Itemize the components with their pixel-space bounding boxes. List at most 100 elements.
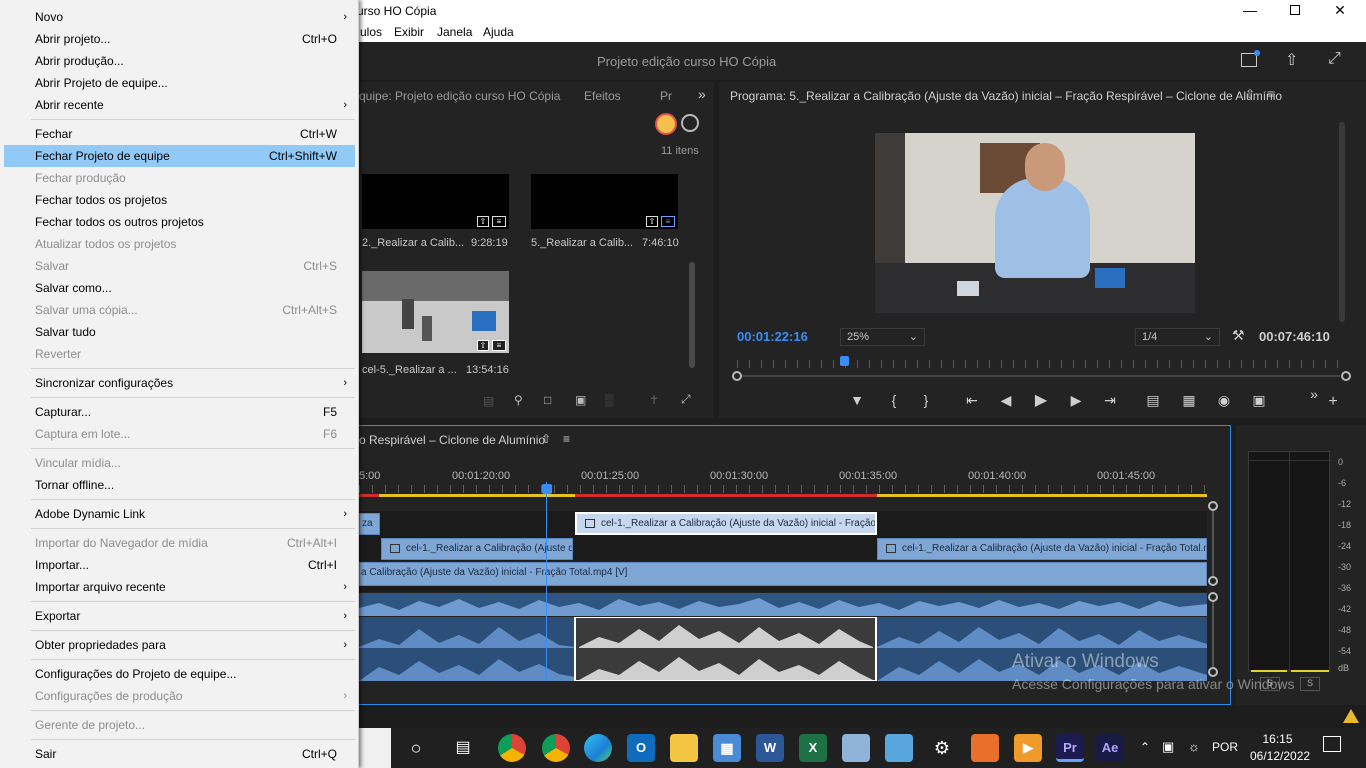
- trash-icon[interactable]: ▒: [605, 393, 614, 407]
- file-menu-item[interactable]: Novo ›: [4, 6, 355, 28]
- panel-menu-icon[interactable]: ≡: [1267, 87, 1274, 101]
- tab-more[interactable]: Pr: [660, 89, 672, 103]
- step-forward-icon[interactable]: ▶: [1066, 392, 1086, 409]
- project-item-thumbnail[interactable]: ⇧ ≡: [531, 174, 678, 229]
- wrench-icon[interactable]: ⚒: [1232, 327, 1245, 344]
- monitor-time-ruler[interactable]: [737, 360, 1346, 372]
- menu-janela[interactable]: Janela: [437, 25, 472, 39]
- a-scroll-handle-top[interactable]: [1208, 592, 1218, 602]
- wifi-icon[interactable]: ☼: [1188, 739, 1200, 754]
- file-menu-item[interactable]: Sincronizar configurações ›: [4, 372, 355, 394]
- audio-track-1[interactable]: [359, 593, 1207, 616]
- step-back-icon[interactable]: ◀: [996, 392, 1016, 409]
- expand-icon[interactable]: ⤢: [681, 392, 691, 407]
- task-view-icon[interactable]: ▤: [449, 734, 477, 762]
- excel-icon[interactable]: X: [799, 734, 827, 762]
- file-menu-item[interactable]: Capturar... F5: [4, 401, 355, 423]
- a-scrollbar[interactable]: [1212, 602, 1214, 667]
- calculator-icon[interactable]: ▦: [713, 734, 741, 762]
- office-icon[interactable]: [971, 734, 999, 762]
- outlook-icon[interactable]: O: [627, 734, 655, 762]
- file-menu-item[interactable]: Fechar Ctrl+W: [4, 123, 355, 145]
- sequence-title[interactable]: o Respirável – Ciclone de Alumínio: [359, 433, 545, 447]
- program-video-frame[interactable]: [875, 133, 1195, 313]
- file-menu-item[interactable]: Abrir recente ›: [4, 94, 355, 116]
- add-collaborator-icon[interactable]: [681, 114, 699, 132]
- monitor-playhead[interactable]: [840, 356, 850, 366]
- resolution-dropdown[interactable]: 1/4 ⌄: [1135, 328, 1220, 346]
- quick-export-icon[interactable]: [1241, 50, 1260, 67]
- timeline-playhead[interactable]: [546, 482, 547, 681]
- share-icon[interactable]: ⇧: [1285, 50, 1298, 70]
- timeline-clip[interactable]: za: [359, 513, 380, 535]
- menu-exibir[interactable]: Exibir: [394, 25, 424, 39]
- new-item-icon[interactable]: ▣: [575, 393, 586, 407]
- camera-icon[interactable]: ◉: [1214, 392, 1234, 409]
- file-menu-item[interactable]: Exportar ›: [4, 605, 355, 627]
- maximize-button[interactable]: [1273, 2, 1317, 20]
- file-explorer-icon[interactable]: [670, 734, 698, 762]
- timeline-ruler-ticks[interactable]: [359, 485, 1207, 493]
- mark-in-icon[interactable]: {: [884, 392, 904, 408]
- timeline-clip-v1[interactable]: a Calibração (Ajuste da Vazão) inicial -…: [359, 562, 1207, 586]
- project-scrollbar[interactable]: [689, 262, 695, 368]
- tray-chevron-icon[interactable]: ⌃: [1140, 740, 1150, 754]
- scrub-start-handle[interactable]: [732, 371, 742, 381]
- file-menu-item[interactable]: Adobe Dynamic Link ›: [4, 503, 355, 525]
- tab-effects[interactable]: Efeitos: [584, 89, 621, 103]
- cortana-icon[interactable]: ○: [402, 734, 430, 762]
- file-menu-item[interactable]: Obter propriedades para ›: [4, 634, 355, 656]
- warning-icon[interactable]: [1343, 709, 1359, 723]
- search-icon[interactable]: ⚲: [514, 393, 523, 407]
- settings-icon[interactable]: ✝: [649, 393, 659, 407]
- network-icon[interactable]: ▣: [1162, 739, 1174, 755]
- project-item-thumbnail[interactable]: ⇧ ≡: [362, 174, 509, 229]
- solo-right-button[interactable]: S: [1300, 677, 1320, 691]
- upload-icon[interactable]: ⇧: [1245, 87, 1255, 101]
- scrub-end-handle[interactable]: [1341, 371, 1351, 381]
- comparison-view-icon[interactable]: ▣: [1249, 392, 1269, 409]
- minimize-button[interactable]: —: [1228, 2, 1272, 20]
- file-menu-item[interactable]: Importar... Ctrl+I: [4, 554, 355, 576]
- file-menu-item[interactable]: Salvar tudo: [4, 321, 355, 343]
- monitor-scrollbar[interactable]: [1339, 122, 1345, 322]
- file-menu-item[interactable]: Fechar todos os projetos: [4, 189, 355, 211]
- file-menu-item[interactable]: Sair Ctrl+Q: [4, 743, 355, 765]
- input-language[interactable]: POR: [1212, 740, 1238, 754]
- panel-menu-icon[interactable]: ≡: [563, 432, 570, 446]
- file-menu-item[interactable]: Abrir projeto... Ctrl+O: [4, 28, 355, 50]
- notification-icon[interactable]: [1323, 736, 1341, 752]
- mark-out-icon[interactable]: }: [916, 392, 936, 408]
- file-menu-item[interactable]: Tornar offline...: [4, 474, 355, 496]
- lift-icon[interactable]: ▤: [1143, 392, 1163, 409]
- tab-project[interactable]: quipe: Projeto edição curso HO Cópia: [359, 89, 560, 103]
- menu-ajuda[interactable]: Ajuda: [483, 25, 514, 39]
- add-marker-icon[interactable]: ▼: [847, 392, 867, 408]
- chrome-icon[interactable]: [498, 734, 526, 762]
- after-effects-icon[interactable]: Ae: [1096, 734, 1124, 762]
- v-scrollbar[interactable]: [1212, 511, 1214, 576]
- project-item-thumbnail[interactable]: ⇧ ≡: [362, 271, 509, 353]
- overflow-icon[interactable]: »: [1304, 386, 1324, 402]
- file-menu-item[interactable]: Abrir produção...: [4, 50, 355, 72]
- scrub-bar[interactable]: [742, 375, 1340, 377]
- search-box-edge[interactable]: [359, 728, 391, 768]
- timeline-clip[interactable]: cel-1._Realizar a Calibração (Ajuste da: [381, 538, 573, 560]
- zoom-dropdown[interactable]: 25% ⌄: [840, 328, 925, 346]
- file-menu-item[interactable]: Importar arquivo recente ›: [4, 576, 355, 598]
- timeline-clip[interactable]: cel-1._Realizar a Calibração (Ajuste da …: [877, 538, 1207, 560]
- upload-icon[interactable]: ⇧: [541, 432, 551, 446]
- gear-icon[interactable]: ⚙: [928, 734, 956, 762]
- paint-icon[interactable]: [842, 734, 870, 762]
- panel-overflow-icon[interactable]: »: [698, 86, 706, 102]
- chrome-icon[interactable]: [542, 734, 570, 762]
- team-avatar[interactable]: [655, 113, 677, 135]
- timeline-playhead-handle[interactable]: [542, 484, 552, 494]
- go-to-out-icon[interactable]: ⇥: [1100, 392, 1120, 409]
- current-timecode[interactable]: 00:01:22:16: [737, 329, 808, 344]
- list-view-icon[interactable]: ▤: [483, 394, 494, 408]
- edge-icon[interactable]: [584, 734, 612, 762]
- clock-time[interactable]: 16:15: [1250, 732, 1305, 746]
- word-icon[interactable]: W: [756, 734, 784, 762]
- close-window-button[interactable]: ✕: [1318, 2, 1362, 20]
